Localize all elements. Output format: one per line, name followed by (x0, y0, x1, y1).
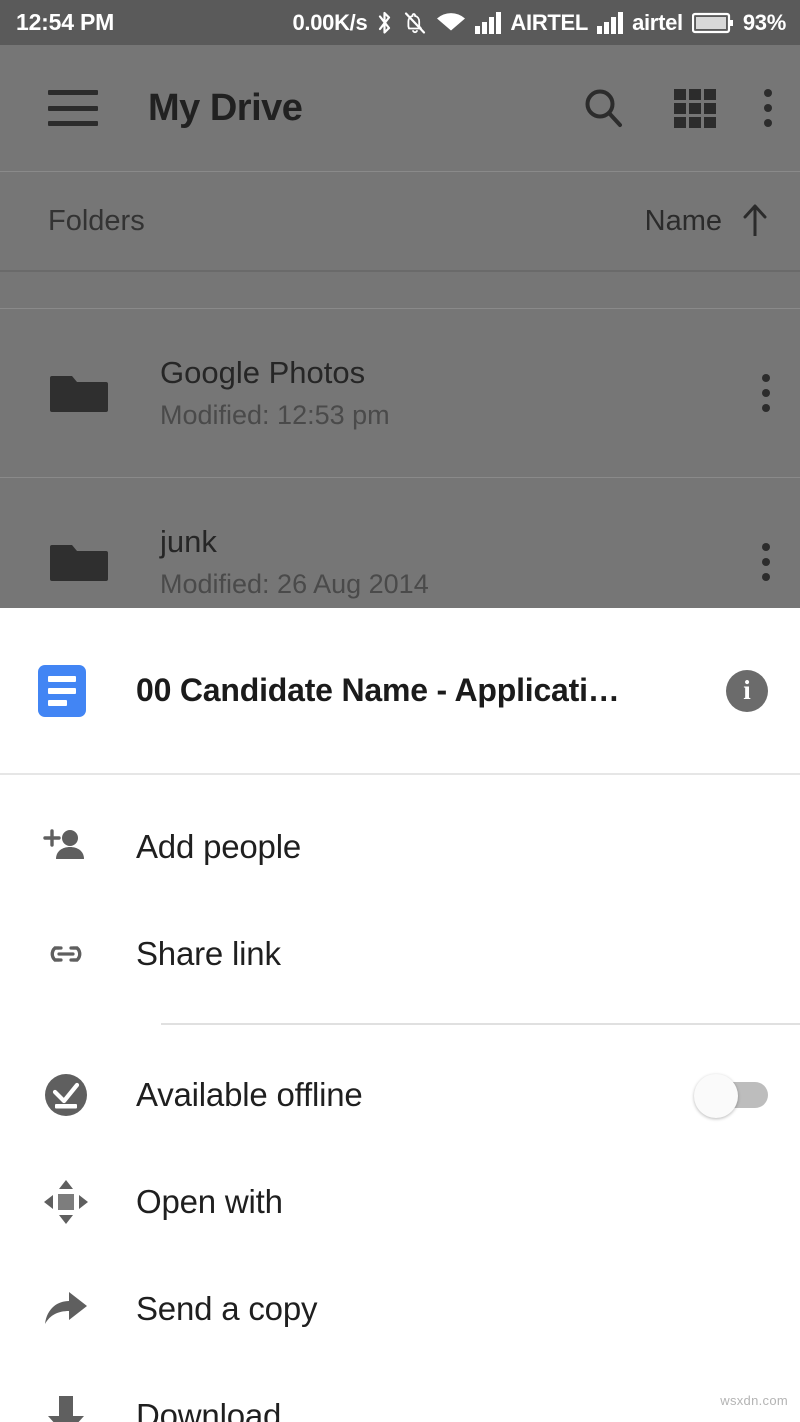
app-bar-actions (582, 86, 772, 130)
arrow-up-icon (740, 202, 770, 240)
bluetooth-icon (376, 10, 394, 36)
folder-row[interactable]: Google Photos Modified: 12:53 pm (0, 309, 800, 477)
app-bar: My Drive (0, 45, 800, 171)
file-options-bottom-sheet: 00 Candidate Name - Applicati… i Add peo… (0, 608, 800, 1422)
signal-bars-icon-2 (597, 11, 624, 35)
battery-level-label: 93% (742, 9, 786, 35)
scrim-overlay[interactable]: My Drive Folders Name Google Photos Modi… (0, 45, 800, 608)
battery-icon (691, 11, 734, 35)
menu-item-add-people[interactable]: Add people (0, 793, 800, 900)
sort-label: Name (644, 204, 722, 237)
folder-icon (48, 539, 110, 585)
link-icon (38, 937, 94, 971)
menu-item-label: Available offline (136, 1075, 363, 1113)
open-with-arrows-icon (38, 1178, 94, 1226)
menu-section-divider (161, 1023, 800, 1025)
menu-item-label: Add people (136, 827, 301, 865)
section-label: Folders (48, 204, 145, 237)
google-docs-icon (38, 664, 86, 717)
status-bar-indicators: 0.00K/s AIRTEL airtel 93% (292, 10, 786, 36)
folder-text-block: junk Modified: 26 Aug 2014 (160, 523, 429, 602)
available-offline-toggle[interactable] (694, 1073, 768, 1118)
search-icon[interactable] (582, 86, 626, 130)
hamburger-menu-icon[interactable] (48, 90, 98, 126)
signal-bars-icon (475, 11, 502, 35)
menu-item-label: Open with (136, 1182, 283, 1220)
more-vert-icon[interactable] (764, 89, 772, 127)
info-icon[interactable]: i (726, 669, 768, 712)
more-vert-icon[interactable] (762, 543, 770, 581)
menu-item-open-with[interactable]: Open with (0, 1148, 800, 1255)
more-vert-icon[interactable] (762, 374, 770, 412)
menu-item-available-offline[interactable]: Available offline (0, 1041, 800, 1148)
folder-name: junk (160, 523, 217, 559)
download-arrow-icon (38, 1394, 94, 1422)
watermark: wsxdn.com (720, 1393, 788, 1408)
phone-screen: 12:54 PM 0.00K/s AIRTEL airtel 93% My Dr… (0, 0, 800, 1422)
page-title: My Drive (148, 86, 303, 129)
wifi-icon (436, 11, 466, 35)
carrier-1-label: AIRTEL (510, 9, 589, 35)
share-arrow-icon (38, 1288, 94, 1330)
carrier-2-label: airtel (632, 9, 683, 35)
menu-item-label: Share link (136, 934, 281, 972)
folder-modified: Modified: 12:53 pm (160, 399, 390, 430)
status-bar-clock: 12:54 PM (16, 9, 115, 35)
bottom-sheet-header: 00 Candidate Name - Applicati… i (0, 608, 800, 773)
status-bar: 12:54 PM 0.00K/s AIRTEL airtel 93% (0, 0, 800, 45)
menu-item-label: Send a copy (136, 1289, 318, 1327)
folder-row[interactable]: junk Modified: 26 Aug 2014 (0, 478, 800, 608)
folder-modified: Modified: 26 Aug 2014 (160, 568, 429, 599)
toggle-thumb (694, 1073, 738, 1118)
folder-name: Google Photos (160, 354, 366, 390)
sort-control[interactable]: Name (645, 202, 770, 240)
grid-view-icon[interactable] (674, 88, 716, 128)
check-circle-icon (38, 1072, 94, 1118)
menu-item-label: Download (136, 1396, 282, 1422)
network-speed-label: 0.00K/s (292, 9, 368, 35)
menu-item-send-a-copy[interactable]: Send a copy (0, 1255, 800, 1362)
folder-text-block: Google Photos Modified: 12:53 pm (160, 354, 390, 433)
menu-item-share-link[interactable]: Share link (0, 900, 800, 1007)
list-header: Folders Name (0, 172, 800, 270)
file-name-label: 00 Candidate Name - Applicati… (136, 672, 620, 708)
bottom-sheet-menu: Add people Share link Available offline … (0, 775, 800, 1422)
person-add-icon (38, 825, 94, 869)
notifications-off-icon (403, 10, 427, 36)
menu-item-download[interactable]: Download (0, 1362, 800, 1422)
folder-icon (48, 370, 110, 416)
